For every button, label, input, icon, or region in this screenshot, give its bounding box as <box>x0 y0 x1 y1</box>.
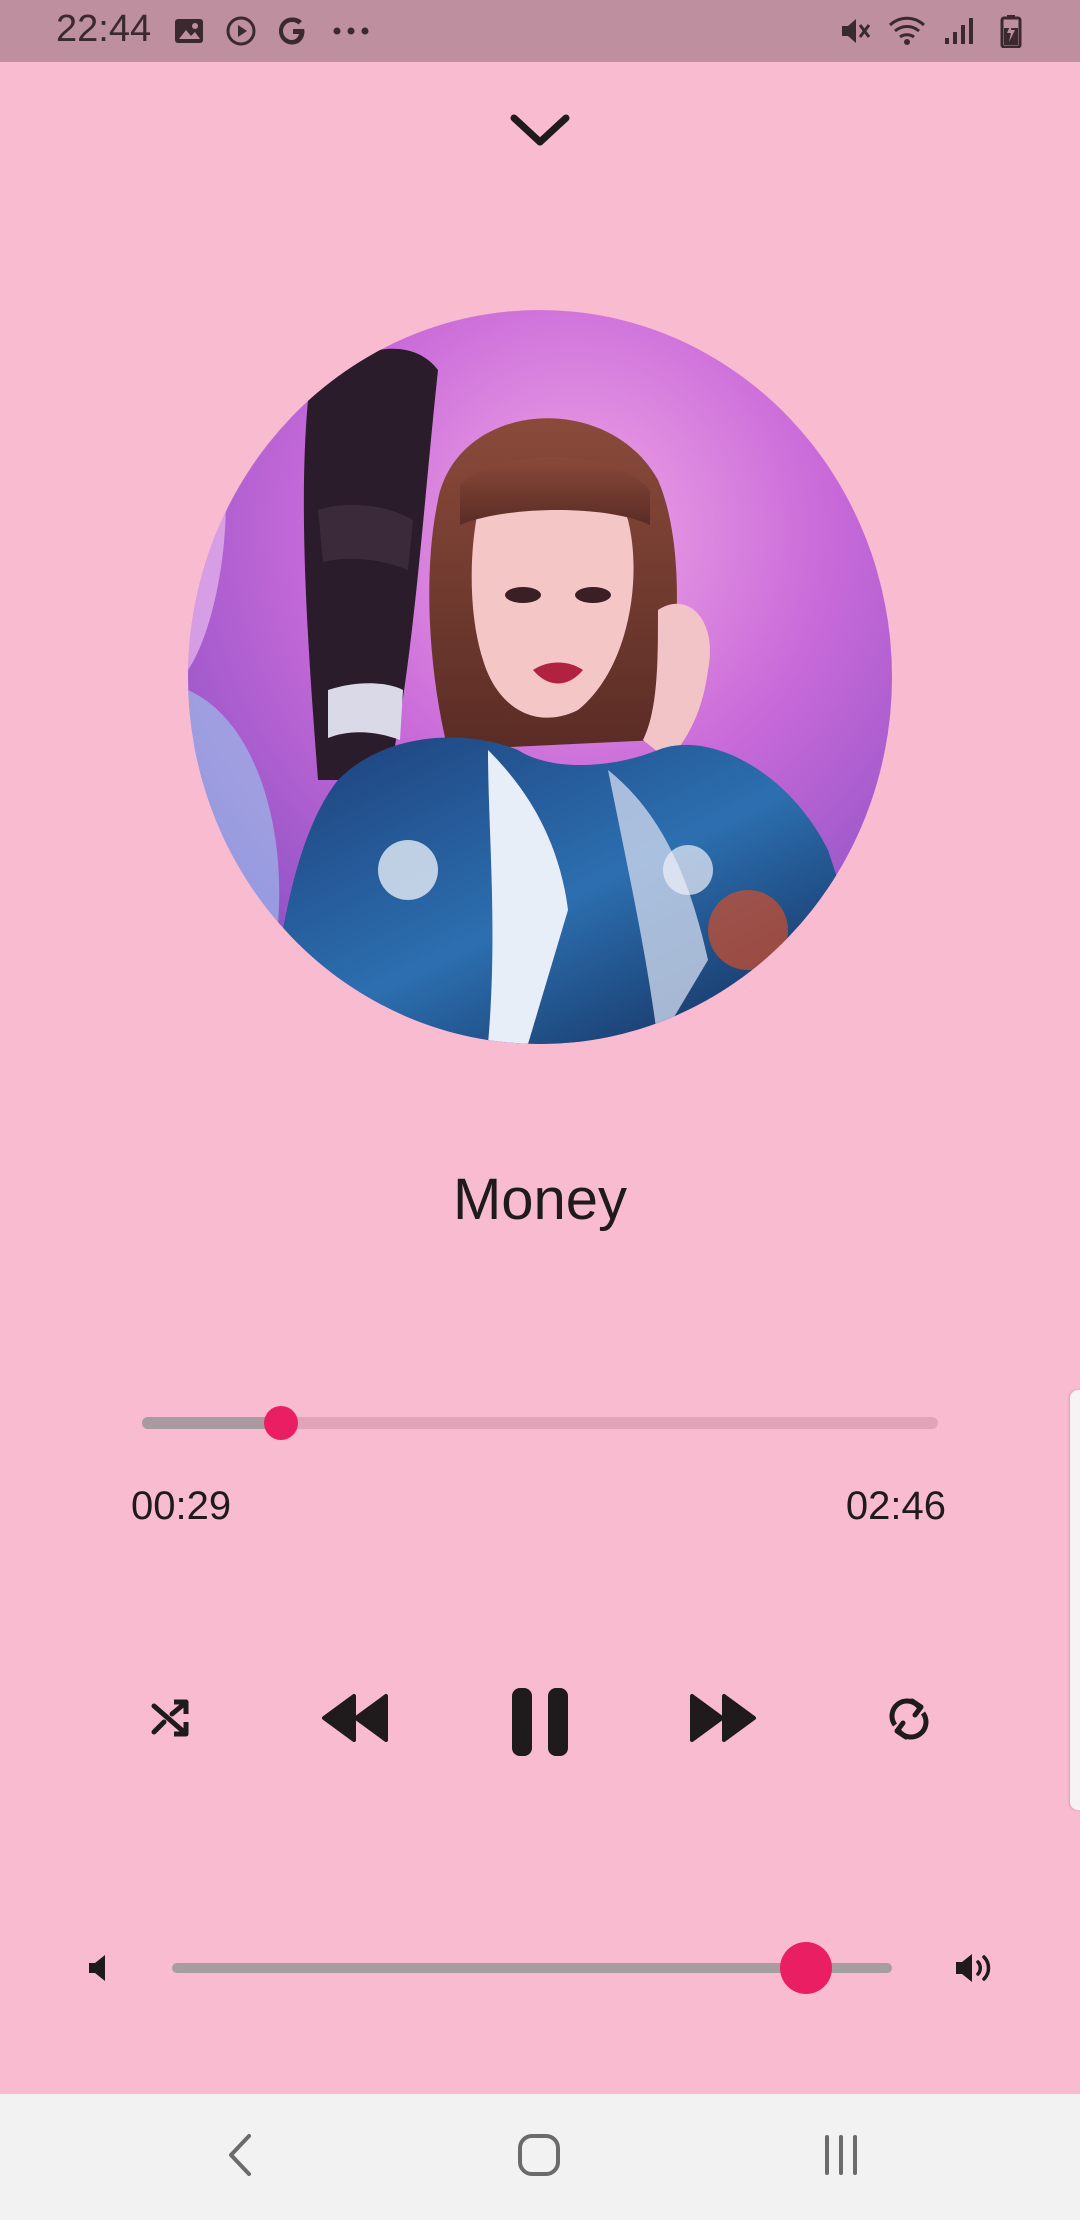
back-icon <box>225 2132 255 2183</box>
recent-apps-button[interactable] <box>808 2124 874 2190</box>
fast-forward-button[interactable] <box>686 1686 760 1754</box>
rewind-icon <box>320 1692 390 1749</box>
progress-thumb[interactable] <box>264 1406 299 1440</box>
status-bar: 22:44 <box>0 0 1080 62</box>
battery-charging-icon <box>992 12 1030 50</box>
volume-low-icon <box>85 1953 111 1988</box>
back-button[interactable] <box>210 2124 270 2190</box>
gallery-icon <box>170 12 208 50</box>
google-icon <box>274 12 312 50</box>
progress-slider[interactable] <box>142 1406 938 1440</box>
song-title: Money <box>452 1167 628 1232</box>
wifi-icon <box>888 12 926 50</box>
pause-icon <box>508 1684 572 1765</box>
current-time: 00:29 <box>131 1484 232 1528</box>
duration-time: 02:46 <box>845 1484 946 1528</box>
volume-high-icon <box>953 1951 997 1990</box>
volume-thumb[interactable] <box>779 1942 832 1994</box>
progress-fill <box>142 1417 282 1429</box>
fast-forward-icon <box>688 1692 758 1749</box>
rewind-button[interactable] <box>318 1686 392 1754</box>
home-icon <box>516 2132 562 2183</box>
mute-icon <box>836 12 874 50</box>
chevron-down-icon[interactable] <box>506 104 574 154</box>
home-button[interactable] <box>506 2124 572 2190</box>
volume-slider[interactable] <box>172 1942 892 1994</box>
repeat-button[interactable] <box>876 1688 942 1754</box>
signal-icon <box>940 12 978 50</box>
recent-apps-icon <box>819 2133 863 2182</box>
volume-high-button[interactable] <box>948 1948 1002 1992</box>
edge-panel-handle[interactable] <box>1070 1390 1080 1810</box>
volume-low-button[interactable] <box>78 1950 118 1990</box>
navigation-bar <box>0 2094 1080 2220</box>
status-time: 22:44 <box>56 8 152 50</box>
more-dots-icon <box>326 12 376 50</box>
repeat-icon <box>885 1695 933 1748</box>
play-circle-icon <box>222 12 260 50</box>
shuffle-button[interactable] <box>140 1690 200 1750</box>
album-art <box>188 310 892 1044</box>
shuffle-icon <box>148 1696 192 1745</box>
pause-button[interactable] <box>500 1684 580 1764</box>
